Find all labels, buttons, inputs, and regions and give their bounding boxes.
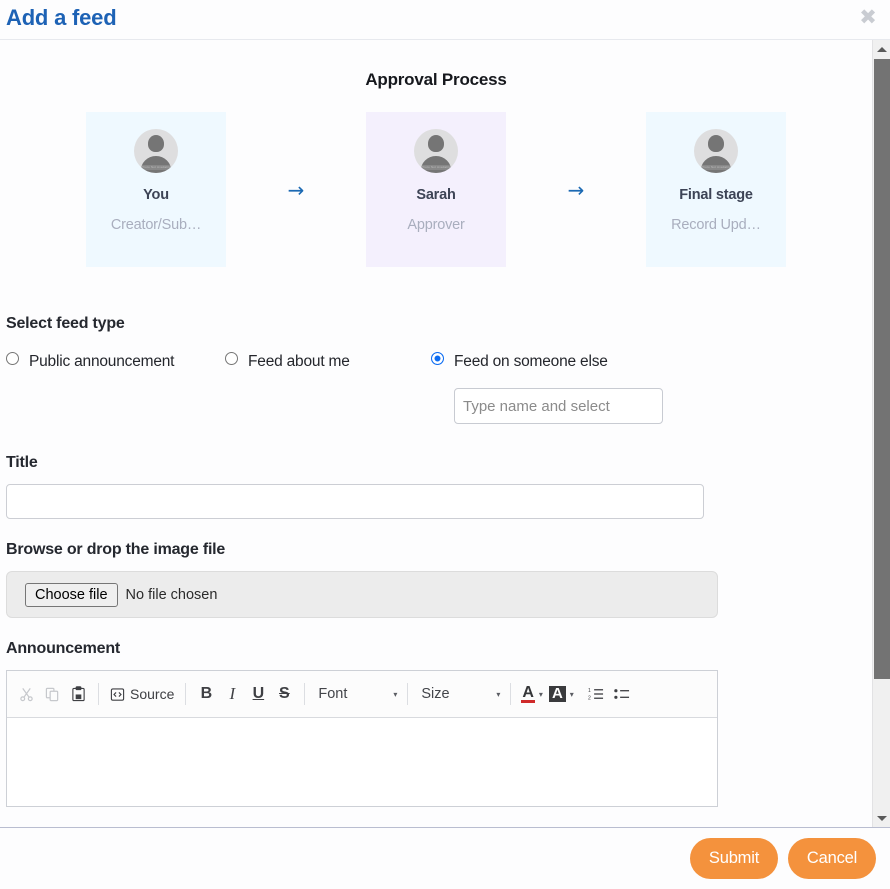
stage-role: Record Upd…: [671, 217, 761, 233]
cancel-button[interactable]: Cancel: [788, 838, 876, 879]
font-family-dropdown[interactable]: Font ▾: [312, 679, 400, 709]
dialog-body-scroll-area: Approval Process Photo Not Available You…: [0, 40, 890, 827]
background-color-button[interactable]: A ▾: [546, 686, 577, 702]
radio-label: Feed about me: [248, 349, 350, 374]
chevron-down-icon: ▾: [539, 690, 543, 699]
dialog-footer: Submit Cancel: [0, 827, 890, 889]
radio-public-announcement[interactable]: [6, 352, 19, 365]
approval-stage-creator: Photo Not Available You Creator/Sub…: [86, 112, 226, 267]
add-feed-dialog: Add a feed ✖ Approval Process Photo Not …: [0, 0, 890, 889]
copy-icon[interactable]: [39, 679, 65, 709]
font-family-value: Font: [318, 686, 347, 702]
submit-button[interactable]: Submit: [690, 838, 778, 879]
font-size-dropdown[interactable]: Size ▾: [415, 679, 503, 709]
feed-form: Select feed type Public announcement Fee…: [0, 315, 872, 807]
arrow-right-icon: →: [506, 180, 646, 200]
scrollbar-thumb[interactable]: [874, 59, 890, 679]
close-icon[interactable]: ✖: [857, 6, 879, 28]
svg-text:2: 2: [588, 696, 591, 701]
image-file-label: Browse or drop the image file: [6, 541, 866, 559]
dialog-header: Add a feed ✖: [0, 0, 890, 40]
dialog-body: Approval Process Photo Not Available You…: [0, 40, 872, 827]
chevron-down-icon: ▾: [496, 690, 500, 699]
bulleted-list-icon[interactable]: [609, 679, 635, 709]
font-size-value: Size: [421, 686, 449, 702]
scroll-up-arrow-icon[interactable]: [873, 40, 890, 58]
bold-button[interactable]: B: [193, 679, 219, 709]
italic-button[interactable]: I: [219, 679, 245, 709]
approval-process-heading: Approval Process: [0, 70, 872, 90]
chevron-down-icon: ▾: [570, 690, 574, 699]
vertical-scrollbar[interactable]: [872, 40, 890, 827]
announcement-label: Announcement: [6, 640, 866, 658]
avatar: Photo Not Available: [134, 129, 178, 173]
avatar-caption: Photo Not Available: [141, 165, 171, 170]
radio-option-feed-on-someone-else[interactable]: Feed on someone else: [431, 349, 661, 424]
radio-feed-on-someone-else[interactable]: [431, 352, 444, 365]
stage-role: Approver: [407, 217, 464, 233]
strikethrough-button[interactable]: S: [271, 679, 297, 709]
file-upload-dropzone[interactable]: Choose file No file chosen: [6, 571, 718, 618]
page-title: Add a feed: [6, 5, 116, 31]
chevron-down-icon: ▾: [393, 690, 397, 699]
feed-type-radio-group: Public announcement Feed about me Feed o…: [6, 349, 866, 424]
background-color-icon: A: [549, 686, 566, 702]
text-color-button[interactable]: A ▾: [518, 685, 546, 703]
scroll-down-arrow-icon[interactable]: [873, 809, 890, 827]
stage-role: Creator/Sub…: [111, 217, 201, 233]
cut-icon[interactable]: [13, 679, 39, 709]
approval-process-stages: Photo Not Available You Creator/Sub… → P…: [0, 112, 872, 267]
source-button[interactable]: Source: [106, 679, 178, 709]
editor-toolbar: Source B I U S Font ▾: [7, 671, 717, 718]
radio-feed-about-me[interactable]: [225, 352, 238, 365]
title-label: Title: [6, 454, 866, 472]
avatar-caption: Photo Not Available: [421, 165, 451, 170]
person-search-input[interactable]: [454, 388, 663, 424]
radio-label: Public announcement: [29, 349, 174, 374]
avatar: Photo Not Available: [694, 129, 738, 173]
radio-option-feed-about-me[interactable]: Feed about me: [225, 349, 431, 374]
radio-label: Feed on someone else: [454, 349, 608, 374]
svg-text:1: 1: [588, 688, 591, 694]
feed-type-label: Select feed type: [6, 315, 866, 333]
text-color-icon: A: [521, 685, 535, 703]
arrow-right-icon: →: [226, 180, 366, 200]
numbered-list-icon[interactable]: 1 2: [583, 679, 609, 709]
file-status-text: No file chosen: [126, 587, 218, 603]
stage-name: Sarah: [416, 187, 455, 203]
radio-option-public-announcement[interactable]: Public announcement: [6, 349, 225, 374]
choose-file-button[interactable]: Choose file: [25, 583, 118, 607]
stage-name: You: [143, 187, 169, 203]
avatar: Photo Not Available: [414, 129, 458, 173]
approval-stage-approver: Photo Not Available Sarah Approver: [366, 112, 506, 267]
paste-from-word-icon[interactable]: [65, 679, 91, 709]
avatar-caption: Photo Not Available: [701, 165, 731, 170]
approval-stage-final: Photo Not Available Final stage Record U…: [646, 112, 786, 267]
editor-content-area[interactable]: [7, 718, 717, 806]
source-label: Source: [130, 686, 174, 702]
title-input[interactable]: [6, 484, 704, 519]
underline-button[interactable]: U: [245, 679, 271, 709]
rich-text-editor: Source B I U S Font ▾: [6, 670, 718, 807]
stage-name: Final stage: [679, 187, 753, 203]
